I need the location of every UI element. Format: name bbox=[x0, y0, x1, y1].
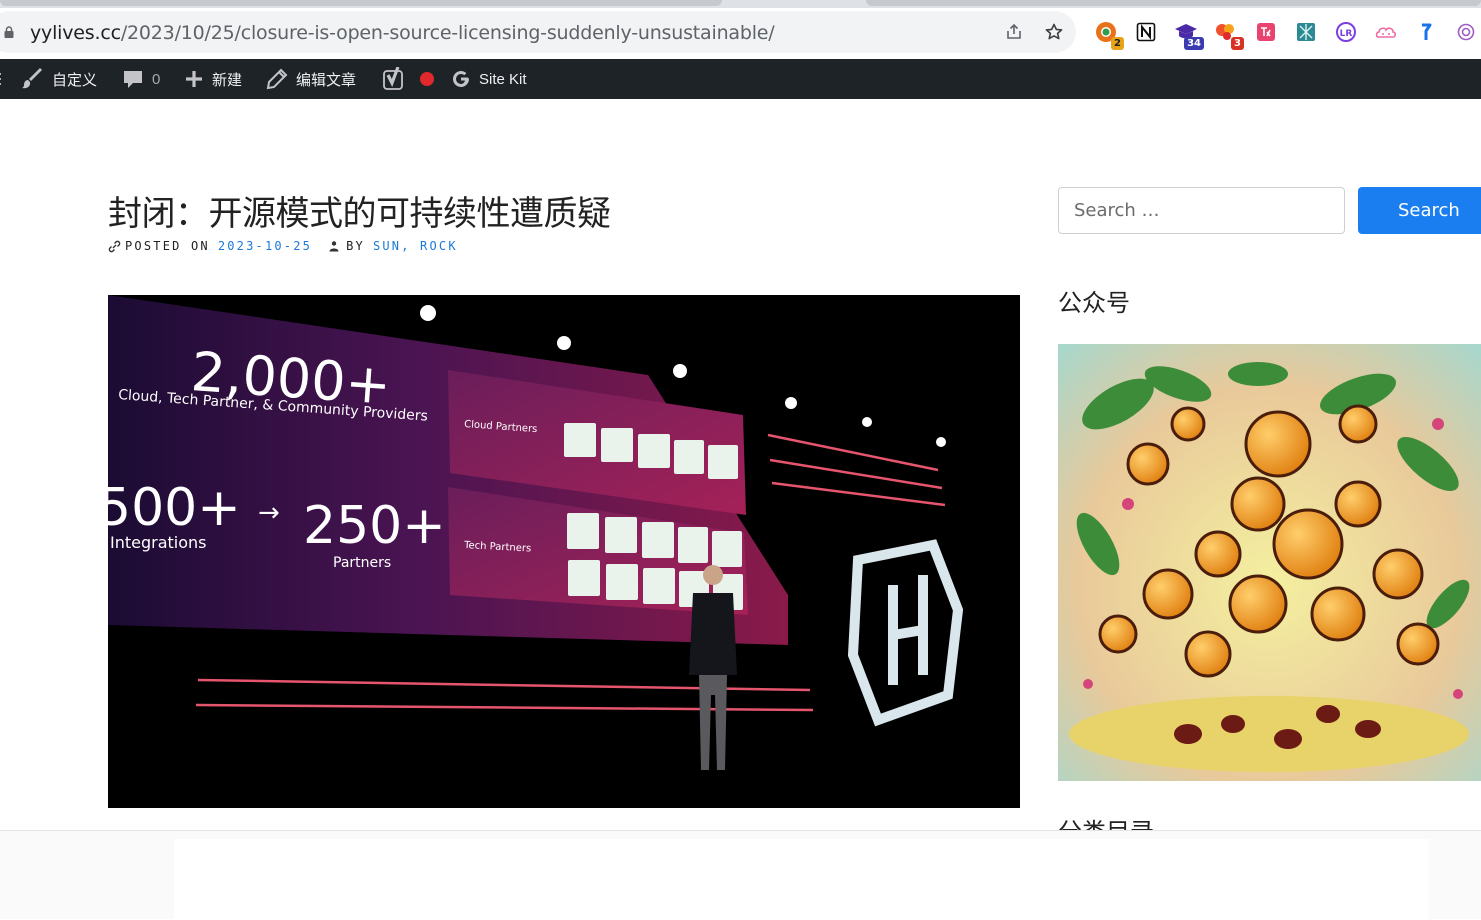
slide-partners-number: 250+ bbox=[303, 496, 446, 556]
graduation-cap-icon[interactable]: 34 bbox=[1174, 20, 1204, 50]
slide-partners-label: Partners bbox=[333, 555, 391, 571]
search-button[interactable]: Search bbox=[1358, 187, 1481, 234]
customize-button[interactable]: 自定义 bbox=[22, 59, 97, 99]
slide-integrations-number: 500+ bbox=[108, 478, 241, 538]
bottom-overlay-panel bbox=[174, 839, 1429, 920]
browser-tab[interactable] bbox=[866, 0, 1481, 6]
pattern-icon[interactable] bbox=[1294, 20, 1318, 44]
lr-icon[interactable]: LR bbox=[1334, 20, 1358, 44]
pencil-icon bbox=[266, 68, 288, 90]
yoast-seo-button[interactable] bbox=[382, 59, 434, 99]
url-text[interactable]: yylives.cc/2023/10/25/closure-is-open-so… bbox=[30, 22, 775, 44]
by-label: BY bbox=[346, 239, 365, 253]
post-meta: POSTED ON 2023-10-25 BY SUN, ROCK bbox=[108, 239, 458, 253]
share-icon[interactable] bbox=[1002, 20, 1026, 44]
admin-menu-edge-icon[interactable] bbox=[0, 59, 4, 99]
posted-on-label: POSTED ON bbox=[125, 239, 210, 253]
post-authors-link[interactable]: SUN, ROCK bbox=[373, 239, 458, 253]
bottom-overlay bbox=[0, 830, 1481, 920]
slide-integrations-label: Integrations bbox=[110, 533, 207, 552]
chrome-ext-icon[interactable]: 2 bbox=[1094, 20, 1124, 50]
featured-image[interactable]: 2,000+ Cloud, Tech Partner, & Community … bbox=[108, 295, 1020, 808]
wechat-qr-image bbox=[1058, 344, 1481, 781]
customize-label: 自定义 bbox=[52, 71, 98, 89]
svg-text:→: → bbox=[258, 498, 280, 528]
site-kit-button[interactable]: Site Kit bbox=[451, 59, 527, 99]
site-kit-label: Site Kit bbox=[479, 70, 527, 88]
paintbrush-icon bbox=[22, 68, 42, 89]
link-icon bbox=[108, 240, 121, 252]
google-g-icon bbox=[453, 71, 469, 88]
notion-icon[interactable] bbox=[1134, 20, 1158, 44]
seo-status-dot bbox=[420, 72, 434, 86]
bubbles-icon[interactable]: 3 bbox=[1214, 20, 1244, 50]
lock-icon[interactable] bbox=[4, 26, 14, 38]
edit-post-label: 编辑文章 bbox=[296, 71, 357, 89]
post-title: 封闭：开源模式的可持续性遭质疑 bbox=[108, 194, 611, 234]
plus-icon bbox=[186, 71, 202, 87]
author-icon bbox=[329, 241, 339, 252]
svg-text:LR: LR bbox=[1340, 29, 1353, 39]
wp-admin-bar: 自定义 0 新建 编辑文章 Site Kit bbox=[0, 59, 1481, 99]
comments-button[interactable]: 0 bbox=[122, 59, 160, 99]
search-input[interactable] bbox=[1058, 187, 1345, 234]
translate-icon[interactable] bbox=[1254, 20, 1278, 44]
wechat-widget-title: 公众号 bbox=[1058, 289, 1130, 317]
post-date-link[interactable]: 2023-10-25 bbox=[218, 239, 312, 253]
openai-icon[interactable] bbox=[1454, 20, 1478, 44]
address-bar[interactable]: yylives.cc/2023/10/25/closure-is-open-so… bbox=[0, 11, 1076, 53]
cloud-face-icon[interactable] bbox=[1374, 20, 1398, 44]
new-label: 新建 bbox=[212, 71, 243, 89]
new-content-button[interactable]: 新建 bbox=[184, 59, 242, 99]
comment-icon bbox=[124, 71, 142, 88]
yoast-icon bbox=[383, 67, 403, 90]
comments-count: 0 bbox=[152, 70, 161, 88]
browser-toolbar: yylives.cc/2023/10/25/closure-is-open-so… bbox=[0, 8, 1481, 59]
browser-tab[interactable] bbox=[0, 0, 722, 6]
arrow-up-icon[interactable] bbox=[1414, 20, 1438, 44]
browser-tabstrip bbox=[0, 0, 1481, 8]
star-icon[interactable] bbox=[1042, 20, 1066, 44]
edit-post-button[interactable]: 编辑文章 bbox=[266, 59, 356, 99]
